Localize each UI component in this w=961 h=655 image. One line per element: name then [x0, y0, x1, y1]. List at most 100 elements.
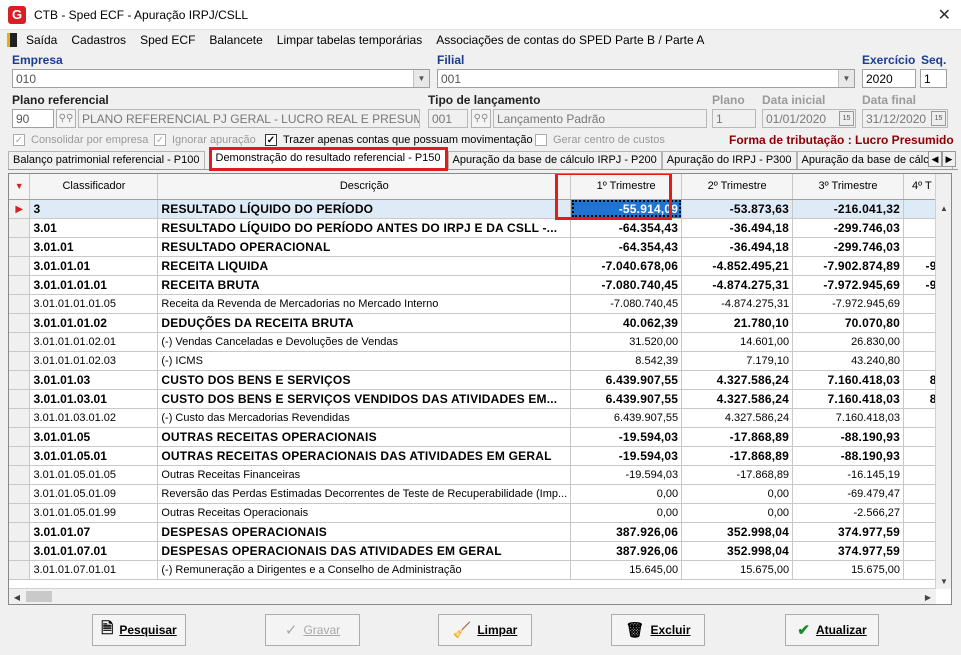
cell-trimestre-1[interactable]: 15.645,00 — [570, 560, 683, 580]
cell-trimestre-2[interactable]: -4.874.275,31 — [681, 275, 794, 295]
seq-input[interactable]: 1 — [920, 69, 947, 88]
calendar-icon[interactable]: 15 — [839, 111, 854, 126]
table-row[interactable]: 3.01.01.03.01.02 (-) Custo das Mercadoria… — [9, 408, 951, 428]
cell-descricao[interactable]: Outras Receitas Operacionais — [157, 503, 572, 523]
cell-trimestre-1[interactable]: -64.354,43 — [570, 218, 683, 238]
cell-descricao[interactable]: RECEITA BRUTA — [157, 275, 572, 295]
cell-descricao[interactable]: (-) Custo das Mercadorias Revendidas — [157, 408, 572, 428]
table-row[interactable]: 3.01.01.05.01 OUTRAS RECEITAS OPERACIONAI… — [9, 446, 951, 466]
plano-referencial-code[interactable]: 90 — [12, 109, 54, 128]
cell-trimestre-3[interactable]: -7.972.945,69 — [792, 275, 904, 295]
row-indicator[interactable] — [9, 275, 31, 295]
cell-classificador[interactable]: 3.01.01 — [29, 237, 159, 257]
tab-p300[interactable]: Apuração do IRPJ - P300 — [661, 151, 797, 169]
tab-p100[interactable]: Balanço patrimonial referencial - P100 — [8, 151, 205, 169]
cell-descricao[interactable]: (-) Remuneração a Dirigentes e a Conselh… — [157, 560, 572, 580]
row-indicator[interactable] — [9, 256, 31, 276]
menu-balancete[interactable]: Balancete — [202, 33, 269, 47]
cell-descricao[interactable]: CUSTO DOS BENS E SERVIÇOS — [157, 370, 572, 390]
cell-classificador[interactable]: 3.01.01.01 — [29, 256, 159, 276]
arrow-left-icon[interactable]: ◀ — [928, 151, 942, 167]
consolidar-checkbox[interactable]: ✓ Consolidar por empresa — [13, 134, 148, 146]
horizontal-scrollbar[interactable]: ◀ ▶ — [9, 588, 936, 604]
cell-classificador[interactable]: 3.01.01.01.02.01 — [29, 332, 159, 352]
cell-descricao[interactable]: (-) ICMS — [157, 351, 572, 371]
col-descricao[interactable]: Descrição — [157, 174, 572, 200]
cell-trimestre-1[interactable]: -64.354,43 — [570, 237, 683, 257]
binoculars-icon[interactable]: ⚲⚲ — [471, 109, 491, 128]
cell-classificador[interactable]: 3.01.01.03.01 — [29, 389, 159, 409]
chevron-down-icon[interactable]: ▼ — [838, 70, 854, 87]
cell-classificador[interactable]: 3.01.01.03.01.02 — [29, 408, 159, 428]
row-indicator[interactable] — [9, 560, 31, 580]
row-indicator[interactable]: ▶ — [9, 199, 31, 219]
table-row[interactable]: 3.01.01.03 CUSTO DOS BENS E SERVIÇOS 6.439… — [9, 370, 951, 390]
atualizar-button[interactable]: ✔ Atualizar — [785, 614, 879, 646]
cell-descricao[interactable]: DEDUÇÕES DA RECEITA BRUTA — [157, 313, 572, 333]
cell-descricao[interactable]: RESULTADO LÍQUIDO DO PERÍODO — [157, 199, 572, 219]
cell-trimestre-3[interactable]: 7.160.418,03 — [792, 370, 904, 390]
tipo-lancamento-code[interactable]: 001 — [428, 109, 468, 128]
row-indicator[interactable] — [9, 427, 31, 447]
table-row[interactable]: 3.01.01.07 DESPESAS OPERACIONAIS 387.926,0… — [9, 522, 951, 542]
cell-descricao[interactable]: CUSTO DOS BENS E SERVIÇOS VENDIDOS DAS A… — [157, 389, 572, 409]
cell-trimestre-1[interactable]: 6.439.907,55 — [570, 408, 683, 428]
row-indicator[interactable] — [9, 522, 31, 542]
tab-p150[interactable]: Demonstração do resultado referencial - … — [208, 147, 448, 171]
ignorar-checkbox[interactable]: ✓ Ignorar apuração — [154, 134, 256, 146]
cell-descricao[interactable]: OUTRAS RECEITAS OPERACIONAIS — [157, 427, 572, 447]
close-icon[interactable]: ✕ — [938, 5, 951, 25]
cell-trimestre-3[interactable]: -88.190,93 — [792, 427, 904, 447]
cell-classificador[interactable]: 3.01.01.01.02 — [29, 313, 159, 333]
cell-trimestre-3[interactable]: -299.746,03 — [792, 237, 904, 257]
cell-trimestre-3[interactable]: 26.830,00 — [792, 332, 904, 352]
empresa-select[interactable]: 010 ▼ — [12, 69, 430, 88]
filial-select[interactable]: 001 ▼ — [437, 69, 855, 88]
binoculars-icon[interactable]: ⚲⚲ — [56, 109, 76, 128]
cell-trimestre-1[interactable]: 40.062,39 — [570, 313, 683, 333]
table-row[interactable]: 3.01.01.05.01.05 Outras Receitas Financei… — [9, 465, 951, 485]
cell-trimestre-2[interactable]: 0,00 — [681, 503, 794, 523]
table-row[interactable]: 3.01.01.01.02.03 (-) ICMS 8.542,39 7.179,10… — [9, 351, 951, 371]
table-row[interactable]: ▶ 3 RESULTADO LÍQUIDO DO PERÍODO -55.914,09… — [9, 199, 951, 219]
cell-trimestre-2[interactable]: 0,00 — [681, 484, 794, 504]
cell-trimestre-3[interactable]: 43.240,80 — [792, 351, 904, 371]
cell-trimestre-3[interactable]: -216.041,32 — [792, 199, 904, 219]
cell-descricao[interactable]: Reversão das Perdas Estimadas Decorrente… — [157, 484, 572, 504]
cell-trimestre-2[interactable]: 4.327.586,24 — [681, 370, 794, 390]
cell-trimestre-3[interactable]: 374.977,59 — [792, 522, 904, 542]
table-row[interactable]: 3.01.01.01.02.01 (-) Vendas Canceladas e … — [9, 332, 951, 352]
cell-trimestre-3[interactable]: 15.675,00 — [792, 560, 904, 580]
cell-trimestre-2[interactable]: 15.675,00 — [681, 560, 794, 580]
chevron-down-icon[interactable]: ▼ — [413, 70, 429, 87]
row-indicator[interactable] — [9, 294, 31, 314]
table-row[interactable]: 3.01.01.07.01.01 (-) Remuneração a Dirige… — [9, 560, 951, 580]
cell-trimestre-2[interactable]: 21.780,10 — [681, 313, 794, 333]
scroll-up-icon[interactable]: ▲ — [936, 200, 951, 216]
table-row[interactable]: 3.01.01.01 RECEITA LIQUIDA -7.040.678,06 -4… — [9, 256, 951, 276]
table-row[interactable]: 3.01.01.03.01 CUSTO DOS BENS E SERVIÇOS V… — [9, 389, 951, 409]
tab-p200[interactable]: Apuração da base de cálculo IRPJ - P200 — [447, 151, 662, 169]
row-indicator[interactable] — [9, 218, 31, 238]
cell-descricao[interactable]: OUTRAS RECEITAS OPERACIONAIS DAS ATIVIDA… — [157, 446, 572, 466]
cell-classificador[interactable]: 3.01.01.07.01 — [29, 541, 159, 561]
col-trimestre-1[interactable]: 1º Trimestre — [570, 174, 683, 200]
cell-trimestre-1[interactable]: -19.594,03 — [570, 465, 683, 485]
cell-trimestre-3[interactable]: 374.977,59 — [792, 541, 904, 561]
cell-trimestre-1[interactable]: -7.080.740,45 — [570, 275, 683, 295]
cell-classificador[interactable]: 3.01.01.05.01 — [29, 446, 159, 466]
cell-trimestre-1[interactable]: 0,00 — [570, 484, 683, 504]
row-indicator[interactable] — [9, 313, 31, 333]
row-indicator[interactable] — [9, 541, 31, 561]
table-row[interactable]: 3.01.01.05.01.09 Reversão das Perdas Esti… — [9, 484, 951, 504]
excluir-button[interactable]: 🗑 Excluir — [611, 614, 705, 646]
table-row[interactable]: 3.01.01 RESULTADO OPERACIONAL -64.354,43 -3… — [9, 237, 951, 257]
cell-trimestre-2[interactable]: -36.494,18 — [681, 237, 794, 257]
cell-trimestre-2[interactable]: 7.179,10 — [681, 351, 794, 371]
cell-trimestre-3[interactable]: 7.160.418,03 — [792, 389, 904, 409]
cell-classificador[interactable]: 3.01.01.05.01.05 — [29, 465, 159, 485]
col-classificador[interactable]: Classificador — [29, 174, 159, 200]
cell-descricao[interactable]: RESULTADO OPERACIONAL — [157, 237, 572, 257]
cell-classificador[interactable]: 3.01.01.05.01.09 — [29, 484, 159, 504]
cell-classificador[interactable]: 3.01.01.01.02.03 — [29, 351, 159, 371]
